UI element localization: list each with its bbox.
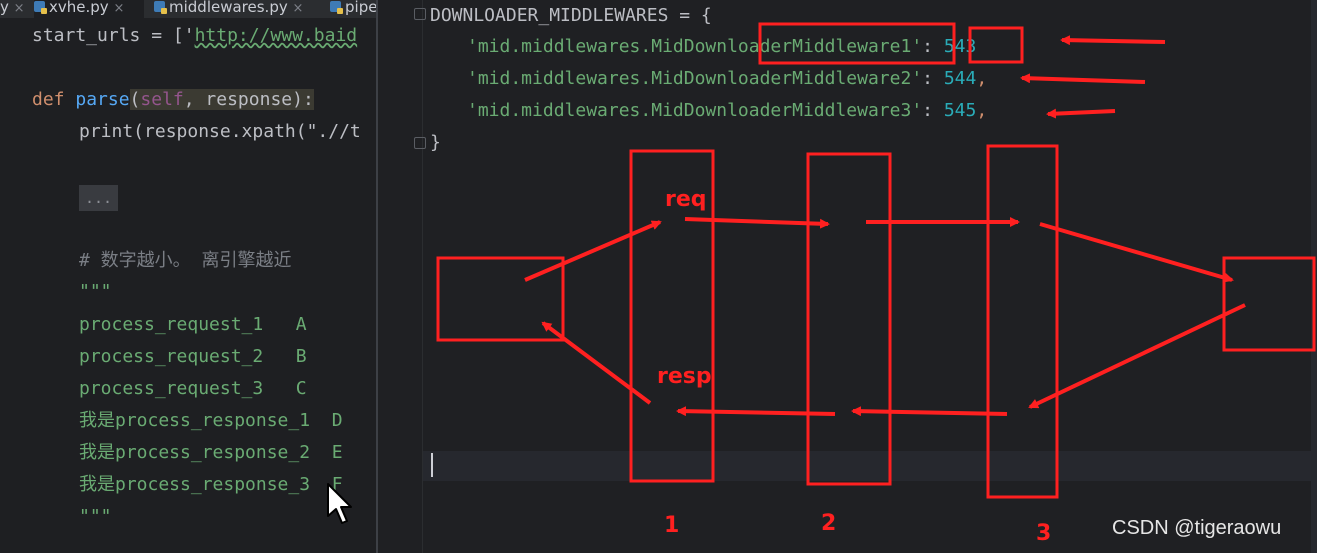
- python-file-icon: [34, 1, 47, 14]
- middleware-entry-3[interactable]: 'mid.middlewares.MidDownloaderMiddleware…: [467, 99, 987, 123]
- docstring-line[interactable]: 我是process_response_1 D: [79, 409, 343, 433]
- code-line-def-parse[interactable]: def parse(self, response):: [32, 88, 314, 112]
- right-editor-pane: DOWNLOADER_MIDDLEWARES = { 'mid.middlewa…: [378, 0, 1317, 553]
- watermark: CSDN @tigeraowu: [1112, 517, 1282, 539]
- tab-label: pipe: [345, 0, 376, 16]
- priority-value: 543: [943, 36, 977, 57]
- code-comment[interactable]: # 数字越小。 离引擎越近: [79, 249, 292, 273]
- url-string[interactable]: http://www.baid: [195, 25, 358, 46]
- left-editor-pane: y × xvhe.py × middlewares.py × pipe star…: [0, 0, 376, 553]
- middleware-key: 'mid.middlewares.MidDownloaderMiddleware…: [467, 100, 923, 121]
- scrollbar-track[interactable]: [1311, 0, 1317, 553]
- priority-value: 544: [943, 68, 977, 89]
- trailing-comma: ,: [976, 68, 988, 89]
- docstring-line[interactable]: 我是process_response_2 E: [79, 441, 343, 465]
- editor-gutter: [378, 0, 426, 553]
- docstring-open[interactable]: """: [79, 280, 112, 304]
- dict-declaration[interactable]: DOWNLOADER_MIDDLEWARES = {: [430, 4, 712, 28]
- self-param: self: [140, 89, 184, 110]
- mouse-pointer-icon: [327, 483, 352, 524]
- close-icon[interactable]: ×: [113, 1, 124, 16]
- code-text: start_urls = [': [32, 25, 195, 46]
- tab-partial[interactable]: y ×: [0, 0, 30, 18]
- tab-label: xvhe.py: [49, 0, 109, 16]
- close-icon[interactable]: ×: [293, 1, 304, 16]
- function-name: parse: [75, 89, 130, 110]
- separator: :: [922, 36, 944, 57]
- middleware-key: 'mid.middlewares.MidDownloaderMiddleware…: [467, 68, 923, 89]
- python-file-icon: [154, 1, 167, 14]
- dict-close-brace[interactable]: }: [430, 131, 441, 155]
- middleware-entry-2[interactable]: 'mid.middlewares.MidDownloaderMiddleware…: [467, 67, 987, 91]
- tab-label: y: [0, 0, 9, 16]
- tab-middlewares[interactable]: middlewares.py ×: [154, 0, 330, 18]
- fold-placeholder[interactable]: ...: [79, 185, 119, 211]
- tab-pipelines[interactable]: pipe: [330, 0, 376, 18]
- text-caret: [431, 453, 433, 477]
- docstring-close[interactable]: """: [79, 505, 112, 529]
- docstring-line[interactable]: 我是process_response_3 F: [79, 473, 343, 497]
- python-file-icon: [330, 1, 343, 14]
- params-rest: , response):: [183, 89, 314, 110]
- docstring-line[interactable]: process_request_3 C: [79, 377, 307, 401]
- separator: :: [922, 100, 944, 121]
- docstring-line[interactable]: process_request_1 A: [79, 313, 307, 337]
- tab-label: middlewares.py: [169, 0, 288, 16]
- close-icon[interactable]: ×: [14, 1, 25, 16]
- folded-region[interactable]: ...: [79, 185, 119, 211]
- code-line-start-urls[interactable]: start_urls = ['http://www.baid: [32, 24, 357, 48]
- trailing-comma: ,: [976, 100, 988, 121]
- tab-xvhe[interactable]: xvhe.py ×: [34, 0, 144, 18]
- priority-value: 545: [943, 100, 977, 121]
- editor-tab-bar: y × xvhe.py × middlewares.py × pipe: [0, 0, 376, 18]
- middleware-entry-1[interactable]: 'mid.middlewares.MidDownloaderMiddleware…: [467, 35, 976, 59]
- docstring-line[interactable]: process_request_2 B: [79, 345, 307, 369]
- open-paren: (: [129, 89, 141, 110]
- def-keyword: def: [32, 89, 65, 110]
- middleware-key: 'mid.middlewares.MidDownloaderMiddleware…: [467, 36, 923, 57]
- fold-marker-icon[interactable]: [414, 137, 426, 149]
- code-line-print[interactable]: print(response.xpath(".//t: [79, 120, 361, 144]
- separator: :: [922, 68, 944, 89]
- fold-marker-icon[interactable]: [414, 8, 426, 20]
- current-line-highlight: [423, 451, 1317, 481]
